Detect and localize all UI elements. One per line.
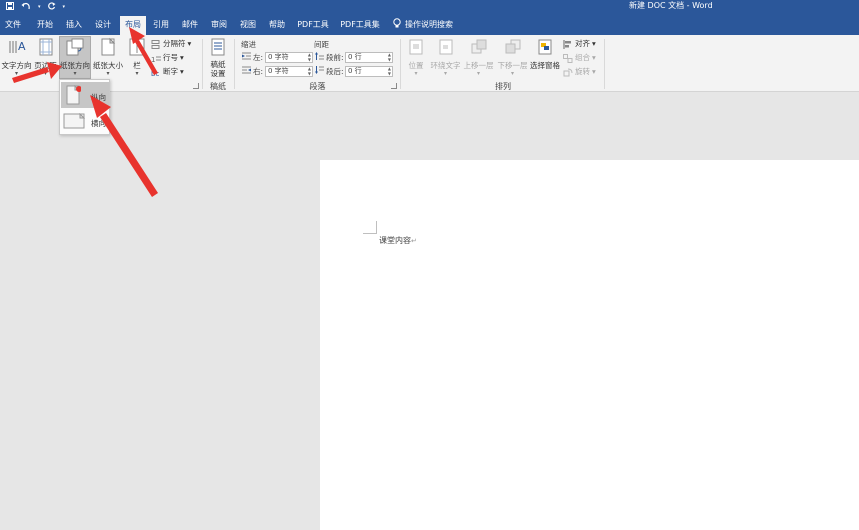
redo-icon[interactable]: [47, 1, 56, 12]
selection-pane-button[interactable]: 选择窗格: [529, 37, 561, 73]
align-icon: [563, 39, 573, 49]
indent-right-input[interactable]: 0 字符 ▲ ▼: [265, 66, 313, 77]
paragraph-group-label: 段落: [309, 82, 326, 91]
bring-forward-icon: [469, 37, 489, 57]
text-direction-button[interactable]: A 文字方向 ▾: [1, 37, 32, 79]
line-numbers-button[interactable]: 1 行号 ▾: [151, 52, 184, 64]
tab-mailings[interactable]: 邮件: [178, 13, 202, 35]
indent-left-input[interactable]: 0 字符 ▲ ▼: [265, 52, 313, 63]
undo-icon[interactable]: [21, 2, 31, 12]
dropdown-arrow-icon[interactable]: ▾: [38, 4, 41, 10]
indent-right-label: 右:: [242, 66, 263, 77]
tab-insert[interactable]: 插入: [62, 13, 86, 35]
size-button[interactable]: 纸张大小 ▾: [92, 37, 124, 79]
indent-right-icon: [242, 66, 251, 77]
svg-text:A: A: [18, 40, 26, 53]
spacing-after-input[interactable]: 0 行 ▲ ▼: [345, 66, 393, 77]
paragraph-mark-icon: ↵: [411, 237, 417, 245]
line-numbers-icon: 1: [151, 54, 161, 64]
text-direction-icon: A: [7, 37, 27, 57]
indent-left-label: 左:: [242, 52, 263, 63]
hyphenation-icon: bc: [151, 68, 161, 78]
tab-help[interactable]: 帮助: [265, 13, 289, 35]
orientation-portrait-item[interactable]: 纵向: [61, 82, 109, 108]
orientation-landscape-item[interactable]: 横向: [61, 108, 109, 134]
spacing-after-icon: [315, 66, 324, 77]
svg-text:1: 1: [151, 56, 155, 63]
wrap-text-icon: [436, 37, 456, 57]
spinner-arrows-icon[interactable]: ▲ ▼: [388, 66, 391, 76]
tell-me-search[interactable]: 操作说明搜索: [405, 13, 457, 35]
tab-review[interactable]: 审阅: [207, 13, 231, 35]
rotate-icon: [563, 68, 573, 77]
wrap-text-button[interactable]: 环绕文字 ▾: [429, 37, 462, 79]
hyphenation-button[interactable]: bc 断字 ▾: [151, 66, 184, 78]
indent-left-icon: [242, 52, 251, 63]
orientation-icon: [65, 37, 85, 57]
landscape-page-icon: [63, 112, 86, 131]
tab-view[interactable]: 视图: [236, 13, 260, 35]
svg-text:bc: bc: [151, 70, 159, 77]
ribbon-tab-bar: 文件 开始 插入 设计 布局 引用 邮件 审阅 视图 帮助 PDF工具 PDF工…: [0, 13, 859, 35]
window-title: 新建 DOC 文档 - Word: [629, 1, 713, 10]
spinner-arrows-icon[interactable]: ▲ ▼: [388, 52, 391, 62]
manuscript-icon: [208, 37, 228, 57]
quick-access-toolbar: ▾ ▾: [6, 0, 65, 13]
rotate-button[interactable]: 旋转 ▾: [563, 66, 596, 78]
tab-home[interactable]: 开始: [33, 13, 57, 35]
indent-label: 缩进: [241, 40, 256, 49]
ribbon: A 文字方向 ▾ 页边距 ▾ 纸张方向 ▾ 纸张大小 ▾ 栏 ▾ 分隔符 ▾ 1…: [0, 35, 859, 92]
columns-icon: [127, 37, 147, 57]
page-size-icon: [98, 37, 118, 57]
bring-forward-button[interactable]: 上移一层 ▾: [462, 37, 495, 79]
manuscript-group-label: 稿纸: [210, 82, 226, 91]
margins-icon: [36, 37, 56, 57]
arrange-group-label: 排列: [495, 82, 511, 91]
spacing-before-label: 段前:: [315, 52, 344, 63]
document-body-text[interactable]: 课堂内容↵: [379, 235, 417, 246]
align-button[interactable]: 对齐 ▾: [563, 38, 596, 50]
document-page[interactable]: [320, 160, 859, 530]
spinner-arrows-icon[interactable]: ▲ ▼: [308, 52, 311, 62]
group-icon: [563, 53, 573, 63]
position-button[interactable]: 位置 ▾: [404, 37, 428, 79]
spacing-after-label: 段后:: [315, 66, 344, 77]
send-backward-icon: [503, 37, 523, 57]
margin-corner-mark: [363, 221, 377, 234]
manuscript-settings-button[interactable]: 稿纸 设置: [206, 37, 230, 81]
page-setup-launcher[interactable]: [193, 83, 199, 89]
send-backward-button[interactable]: 下移一层 ▾: [496, 37, 529, 79]
columns-button[interactable]: 栏 ▾: [126, 37, 148, 79]
breaks-icon: [151, 39, 161, 49]
spacing-before-input[interactable]: 0 行 ▲ ▼: [345, 52, 393, 63]
selection-pane-icon: [535, 37, 555, 57]
portrait-page-icon: [65, 84, 82, 107]
orientation-dropdown: 纵向 横向: [59, 79, 110, 135]
tab-layout[interactable]: 布局: [120, 16, 146, 35]
title-bar: ▾ ▾ 新建 DOC 文档 - Word: [0, 0, 859, 13]
spacing-before-icon: [315, 52, 324, 63]
orientation-button[interactable]: 纸张方向 ▾: [59, 36, 91, 79]
lightbulb-icon: [393, 18, 401, 29]
group-button[interactable]: 组合 ▾: [563, 52, 596, 64]
tab-references[interactable]: 引用: [149, 13, 173, 35]
tab-pdf-toolset[interactable]: PDF工具集: [337, 13, 383, 35]
position-icon: [406, 37, 426, 57]
breaks-button[interactable]: 分隔符 ▾: [151, 38, 191, 50]
margins-button[interactable]: 页边距 ▾: [32, 37, 59, 79]
tab-file[interactable]: 文件: [2, 13, 24, 35]
spacing-label: 间距: [314, 40, 329, 49]
tab-design[interactable]: 设计: [91, 13, 115, 35]
save-icon[interactable]: [6, 1, 14, 12]
paragraph-launcher[interactable]: [391, 83, 397, 89]
spinner-arrows-icon[interactable]: ▲ ▼: [308, 66, 311, 76]
customize-icon[interactable]: ▾: [63, 4, 66, 10]
tab-pdf-tools[interactable]: PDF工具: [294, 13, 332, 35]
